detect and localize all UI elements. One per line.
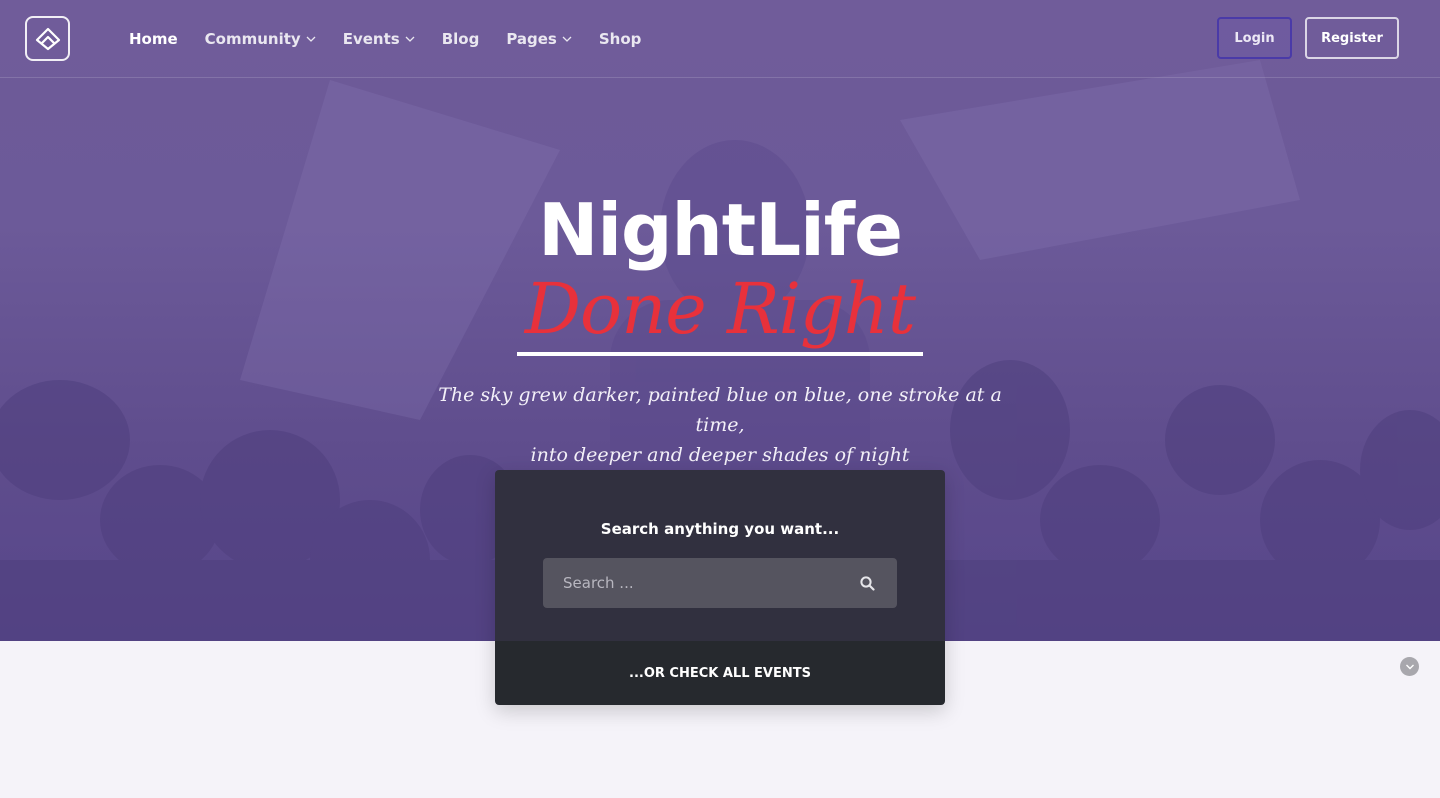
chevron-down-icon (562, 36, 572, 42)
hero-title: NightLife (538, 188, 903, 272)
nav-item-home[interactable]: Home (129, 28, 178, 50)
chevron-up-diamond-icon (35, 27, 60, 50)
nav-item-label: Pages (506, 30, 557, 48)
chevron-down-icon (1405, 664, 1414, 669)
login-button[interactable]: Login (1217, 17, 1292, 59)
title-underline (517, 352, 923, 356)
nav-item-pages[interactable]: Pages (506, 28, 572, 50)
scroll-down-button[interactable] (1400, 657, 1419, 676)
nav-item-label: Community (204, 30, 301, 48)
hero-subtitle-line-1: The sky grew darker, painted blue on blu… (438, 384, 1002, 436)
search-card: Search anything you want... ...OR CHECK … (495, 470, 945, 705)
nav-item-events[interactable]: Events (343, 28, 415, 50)
hero-title-accent: Done Right (524, 268, 916, 350)
nav-item-label: Shop (598, 30, 642, 48)
nav-item-label: Home (129, 30, 178, 48)
check-all-events-link[interactable]: ...OR CHECK ALL EVENTS (495, 641, 945, 705)
search-box (543, 558, 897, 608)
hero-subtitle-line-2: into deeper and deeper shades of night (530, 444, 910, 466)
register-button[interactable]: Register (1305, 17, 1399, 59)
hero-subtitle: The sky grew darker, painted blue on blu… (420, 380, 1020, 470)
nav-item-community[interactable]: Community (205, 28, 316, 50)
top-navbar: Home Community Events Blog Pages Shop Lo… (0, 0, 1440, 78)
search-heading: Search anything you want... (600, 520, 840, 538)
nav-item-shop[interactable]: Shop (599, 28, 642, 50)
chevron-down-icon (405, 36, 415, 42)
main-nav: Home Community Events Blog Pages Shop (129, 28, 668, 50)
search-icon[interactable] (857, 573, 877, 593)
nav-item-label: Blog (441, 30, 480, 48)
logo[interactable] (25, 16, 70, 61)
nav-item-blog[interactable]: Blog (442, 28, 480, 50)
nav-item-label: Events (342, 30, 400, 48)
chevron-down-icon (306, 36, 316, 42)
search-input[interactable] (543, 558, 853, 608)
search-card-top: Search anything you want... (495, 470, 945, 641)
